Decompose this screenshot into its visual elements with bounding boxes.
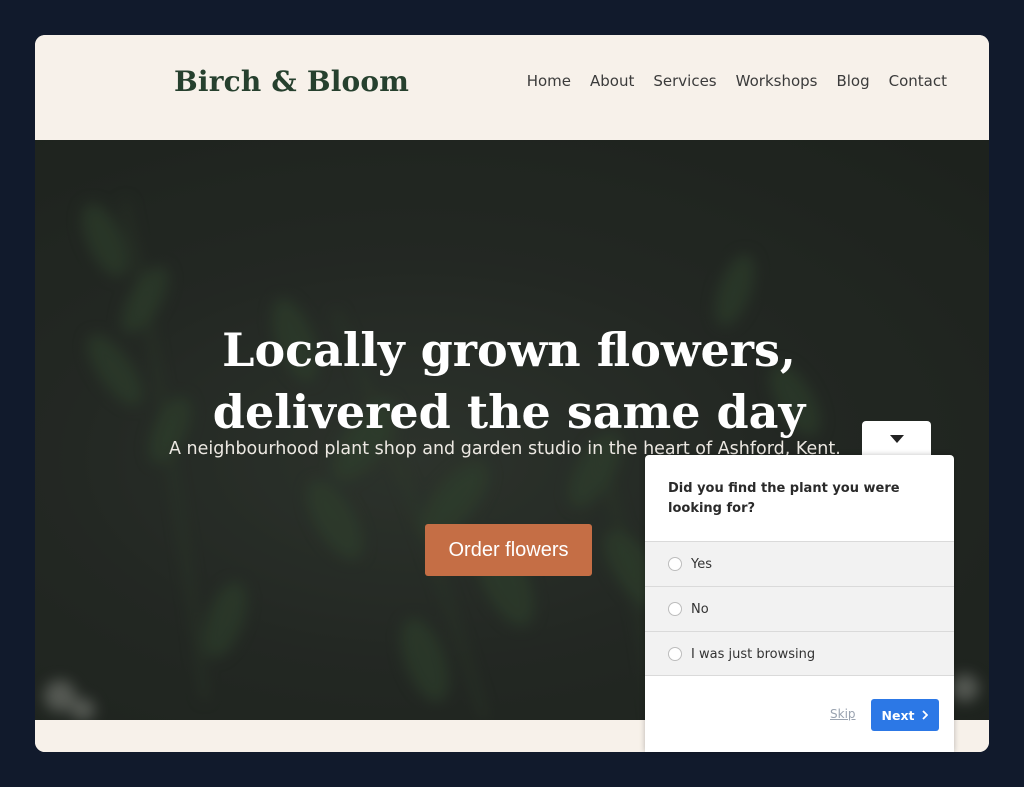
site-header: Birch & Bloom Home About Services Worksh… — [35, 35, 989, 140]
divider — [645, 675, 954, 676]
site-logo[interactable]: Birch & Bloom — [174, 65, 409, 98]
radio-button[interactable] — [668, 647, 682, 661]
nav-home[interactable]: Home — [527, 72, 571, 90]
nav-about[interactable]: About — [590, 72, 634, 90]
next-button[interactable]: Next — [871, 699, 939, 731]
main-nav: Home About Services Workshops Blog Conta… — [527, 72, 947, 90]
feedback-survey-widget: Did you find the plant you were looking … — [645, 455, 954, 752]
radio-button[interactable] — [668, 602, 682, 616]
survey-toggle-tab[interactable] — [862, 421, 931, 457]
caret-down-icon — [889, 435, 904, 443]
nav-workshops[interactable]: Workshops — [736, 72, 818, 90]
survey-option-yes[interactable]: Yes — [645, 541, 954, 586]
chevron-right-icon — [922, 710, 929, 720]
skip-link[interactable]: Skip — [830, 707, 856, 721]
nav-blog[interactable]: Blog — [836, 72, 869, 90]
survey-option-no[interactable]: No — [645, 586, 954, 631]
survey-question: Did you find the plant you were looking … — [668, 481, 900, 516]
survey-option-browsing[interactable]: I was just browsing — [645, 631, 954, 676]
next-button-label: Next — [881, 707, 915, 723]
survey-option-label: Yes — [691, 556, 712, 572]
order-flowers-button[interactable]: Order flowers — [425, 524, 592, 576]
nav-services[interactable]: Services — [653, 72, 716, 90]
hero-title-line-1: Locally grown flowers, — [222, 322, 796, 377]
hero-title: Locally grown flowers, delivered the sam… — [35, 319, 983, 443]
nav-contact[interactable]: Contact — [889, 72, 947, 90]
radio-button[interactable] — [668, 557, 682, 571]
survey-option-label: I was just browsing — [691, 646, 816, 662]
survey-option-label: No — [691, 601, 709, 617]
